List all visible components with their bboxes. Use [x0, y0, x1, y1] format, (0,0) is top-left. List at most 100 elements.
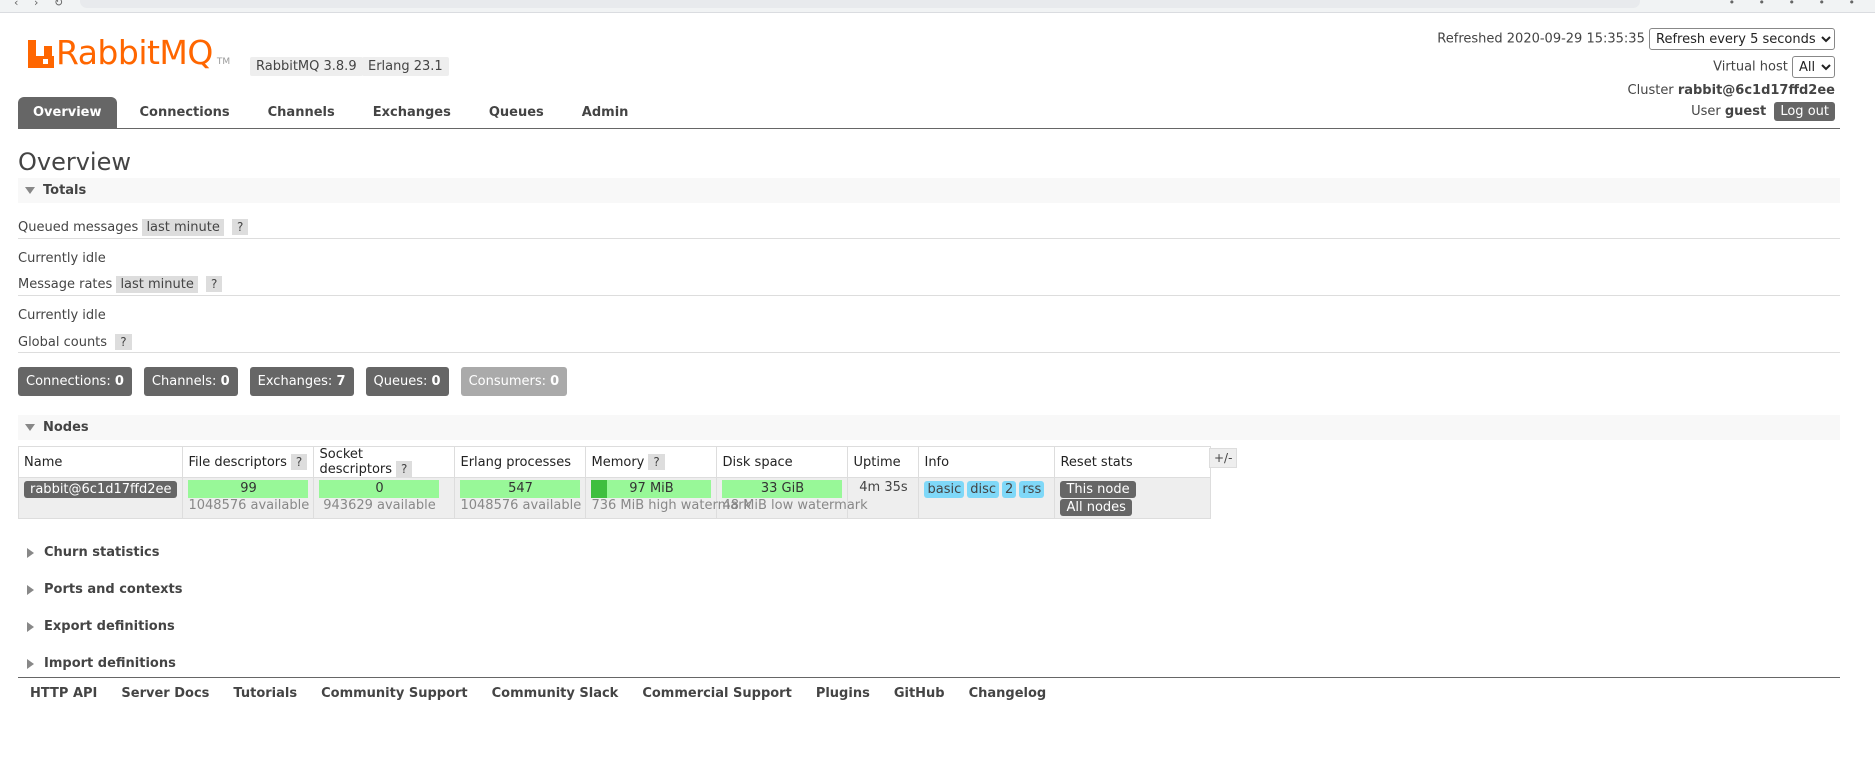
logo-tm: TM	[216, 57, 231, 67]
footer-link-tutorials[interactable]: Tutorials	[233, 686, 297, 701]
queued-help-button[interactable]: ?	[232, 219, 249, 235]
col-name[interactable]: Name	[17, 446, 184, 478]
uptime-value: 4m 35s	[859, 480, 908, 495]
ports-contexts-section[interactable]: Ports and contexts	[18, 580, 182, 600]
rabbitmq-version: RabbitMQ 3.8.9	[250, 57, 363, 76]
channels-count[interactable]: Channels: 0	[143, 367, 238, 396]
refresh-interval-select[interactable]: Refresh every 5 seconds	[1649, 28, 1835, 50]
table-header-row: Name File descriptors? Socket descriptor…	[17, 446, 1212, 478]
queues-count[interactable]: Queues: 0	[365, 367, 449, 396]
cluster-name: rabbit@6c1d17ffd2ee	[1677, 83, 1835, 98]
import-definitions-section[interactable]: Import definitions	[18, 654, 176, 674]
rabbitmq-logo[interactable]: RabbitMQ TM	[28, 33, 231, 72]
footer-link-community-support[interactable]: Community Support	[321, 686, 468, 701]
divider	[18, 238, 1840, 239]
global-counts-label: Global counts	[18, 335, 108, 350]
tab-connections[interactable]: Connections	[125, 97, 245, 128]
extension-icons[interactable]: • • • • •	[1729, 0, 1865, 9]
user-label: User	[1691, 104, 1721, 119]
info-badge-count: 2	[1002, 481, 1017, 498]
footer-link-plugins[interactable]: Plugins	[816, 686, 870, 701]
export-definitions-section[interactable]: Export definitions	[18, 617, 175, 637]
col-erlang-processes[interactable]: Erlang processes	[454, 446, 587, 478]
memory-used-fill	[591, 480, 608, 498]
info-badge-disc: disc	[967, 481, 1000, 498]
queued-idle-text: Currently idle	[18, 251, 106, 266]
vhost-select[interactable]: All	[1792, 56, 1835, 78]
memory-bar: 97 MiB	[591, 480, 712, 498]
logout-button[interactable]: Log out	[1774, 102, 1835, 121]
info-badge-rss: rss	[1019, 481, 1045, 498]
footer-link-http-api[interactable]: HTTP API	[30, 686, 97, 701]
info-badge-basic: basic	[924, 481, 965, 498]
global-counts-help-button[interactable]: ?	[115, 334, 132, 350]
footer-divider	[18, 677, 1840, 678]
collapsed-arrow-icon	[27, 547, 34, 558]
disk-watermark: 48 MiB low watermark	[722, 498, 868, 513]
reload-icon[interactable]: ↻	[54, 0, 63, 9]
cluster-label: Cluster	[1627, 83, 1674, 98]
totals-section-header[interactable]: Totals	[18, 178, 1840, 203]
tab-queues[interactable]: Queues	[474, 97, 559, 128]
nodes-table: Name File descriptors? Socket descriptor…	[17, 446, 1212, 519]
col-memory[interactable]: Memory?	[585, 446, 718, 478]
tab-exchanges[interactable]: Exchanges	[358, 97, 466, 128]
forward-icon[interactable]: ›	[34, 0, 38, 9]
vhost-control: Virtual host All	[1713, 56, 1835, 78]
col-uptime[interactable]: Uptime	[847, 446, 920, 478]
collapsed-arrow-icon	[27, 658, 34, 669]
refreshed-time: 2020-09-29 15:35:35	[1506, 31, 1645, 47]
main-tabs: Overview Connections Channels Exchanges …	[18, 97, 651, 128]
consumers-count[interactable]: Consumers: 0	[460, 367, 568, 396]
rates-range-selector[interactable]: last minute	[116, 276, 198, 293]
tab-channels[interactable]: Channels	[253, 97, 350, 128]
column-toggle-button[interactable]: +/-	[1209, 448, 1238, 468]
refreshed-label: Refreshed	[1437, 31, 1503, 47]
table-row: rabbit@6c1d17ffd2ee 99 1048576 available…	[17, 477, 1212, 519]
vhost-label: Virtual host	[1713, 59, 1788, 75]
footer-link-community-slack[interactable]: Community Slack	[492, 686, 619, 701]
churn-statistics-section[interactable]: Churn statistics	[18, 543, 160, 563]
footer-links: HTTP API Server Docs Tutorials Community…	[30, 686, 1070, 701]
socket-descriptors-available: 943629 available	[323, 498, 436, 513]
col-info[interactable]: Info	[918, 446, 1056, 478]
rates-help-button[interactable]: ?	[206, 276, 223, 292]
footer-link-github[interactable]: GitHub	[894, 686, 945, 701]
refresh-control: Refreshed 2020-09-29 15:35:35 Refresh ev…	[1437, 28, 1835, 50]
expanded-arrow-icon	[25, 424, 35, 431]
reset-all-nodes-button[interactable]: All nodes	[1060, 499, 1132, 516]
col-disk-space[interactable]: Disk space	[716, 446, 849, 478]
node-name-link[interactable]: rabbit@6c1d17ffd2ee	[24, 481, 178, 498]
footer-link-changelog[interactable]: Changelog	[969, 686, 1047, 701]
help-button[interactable]: ?	[290, 453, 308, 470]
connections-count[interactable]: Connections: 0	[18, 367, 132, 396]
help-button[interactable]: ?	[396, 461, 413, 477]
tab-admin[interactable]: Admin	[567, 97, 644, 128]
col-file-descriptors[interactable]: File descriptors?	[182, 446, 315, 478]
expanded-arrow-icon	[25, 187, 35, 194]
reset-this-node-button[interactable]: This node	[1060, 481, 1136, 498]
footer-link-server-docs[interactable]: Server Docs	[121, 686, 209, 701]
erlang-processes-available: 1048576 available	[460, 498, 582, 513]
cluster-info: Cluster rabbit@6c1d17ffd2ee	[1628, 83, 1835, 98]
page-title: Overview	[18, 148, 131, 176]
tab-overview[interactable]: Overview	[18, 97, 117, 128]
queued-messages-row: Queued messages last minute ?	[18, 219, 249, 236]
file-descriptors-bar: 99	[188, 480, 309, 498]
address-bar[interactable]	[80, 0, 1640, 8]
nodes-section-header[interactable]: Nodes	[18, 415, 1840, 440]
footer-link-commercial-support[interactable]: Commercial Support	[642, 686, 792, 701]
message-rates-row: Message rates last minute ?	[18, 276, 223, 293]
tabs-divider	[18, 128, 1840, 129]
socket-descriptors-bar: 0	[319, 480, 440, 498]
memory-watermark: 736 MiB high watermark	[591, 498, 752, 513]
totals-title: Totals	[43, 183, 87, 198]
col-reset-stats[interactable]: Reset stats	[1054, 446, 1212, 478]
queued-range-selector[interactable]: last minute	[142, 219, 224, 236]
logo-text: RabbitMQ	[56, 33, 213, 72]
exchanges-count[interactable]: Exchanges: 7	[249, 367, 354, 396]
col-socket-descriptors[interactable]: Socket descriptors?	[313, 446, 456, 478]
user-info: User guest Log out	[1691, 102, 1835, 121]
back-icon[interactable]: ‹	[14, 0, 18, 9]
help-button[interactable]: ?	[648, 453, 665, 470]
